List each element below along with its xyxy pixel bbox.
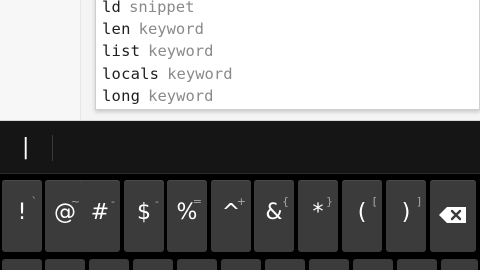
autocomplete-kind: keyword	[138, 20, 204, 38]
autocomplete-kind: keyword	[167, 65, 233, 83]
soft-keyboard: | ! ` @ ~ # - $ - % = ^ + & {*} ([) …	[0, 121, 480, 270]
key-hash[interactable]: # -	[80, 180, 120, 252]
autocomplete-word: locals	[102, 65, 160, 83]
key-row2[interactable]	[397, 259, 437, 270]
suggestion-bar: |	[0, 121, 480, 174]
key-alt-label: ~	[70, 195, 80, 208]
key-alt-label: `	[31, 195, 38, 208]
key-row2[interactable]	[133, 259, 173, 270]
key-percent[interactable]: % =	[167, 180, 207, 252]
key-row2[interactable]	[177, 259, 217, 270]
code-editor[interactable]: ld snippet len keyword list keyword locals k…	[0, 0, 480, 121]
key-at[interactable]: @ ~	[45, 180, 85, 252]
key-open-paren[interactable]: ( [	[342, 180, 382, 252]
key-asterisk[interactable]: * }	[298, 180, 338, 252]
autocomplete-item[interactable]: locals keyword	[102, 63, 233, 85]
autocomplete-kind: keyword	[148, 42, 214, 60]
autocomplete-item[interactable]: long keyword	[102, 85, 213, 107]
line-number-gutter	[0, 0, 81, 121]
autocomplete-kind: snippet	[129, 0, 195, 16]
key-alt-label: -	[111, 195, 115, 208]
suggestion-divider	[52, 135, 53, 161]
key-row2[interactable]	[265, 259, 305, 270]
key-row2[interactable]	[353, 259, 393, 270]
autocomplete-item[interactable]: len keyword	[102, 18, 204, 40]
key-row2[interactable]	[2, 259, 42, 270]
key-dollar[interactable]: $ -	[124, 180, 164, 252]
screen: ld snippet len keyword list keyword locals k…	[0, 0, 480, 270]
suggestion-text[interactable]: |	[22, 135, 29, 161]
key-alt-label: [	[372, 195, 377, 208]
key-alt-label: }	[326, 195, 333, 208]
backspace-icon	[439, 207, 467, 227]
autocomplete-kind: keyword	[148, 87, 214, 105]
key-alt-label: +	[236, 195, 246, 208]
autocomplete-word: list	[102, 42, 141, 60]
backspace-key[interactable]	[430, 180, 476, 252]
key-close-paren[interactable]: ) ]	[386, 180, 426, 252]
autocomplete-word: ld	[102, 0, 122, 16]
key-row2[interactable]	[441, 259, 478, 270]
key-alt-label: -	[155, 195, 159, 208]
key-row2[interactable]	[45, 259, 85, 270]
key-row2[interactable]	[221, 259, 261, 270]
autocomplete-item[interactable]: list keyword	[102, 40, 213, 62]
autocomplete-word: long	[102, 87, 141, 105]
key-exclamation[interactable]: ! `	[2, 180, 42, 252]
key-caret[interactable]: ^ +	[211, 180, 251, 252]
key-alt-label: ]	[416, 195, 421, 208]
key-row2[interactable]	[309, 259, 349, 270]
autocomplete-popup: ld snippet len keyword list keyword locals k…	[95, 0, 480, 110]
key-ampersand[interactable]: & {	[254, 180, 294, 252]
key-alt-label: =	[192, 195, 202, 208]
autocomplete-item[interactable]: ld snippet	[102, 0, 194, 18]
autocomplete-word: len	[102, 20, 131, 38]
key-row2[interactable]	[89, 259, 129, 270]
key-alt-label: {	[282, 195, 289, 208]
